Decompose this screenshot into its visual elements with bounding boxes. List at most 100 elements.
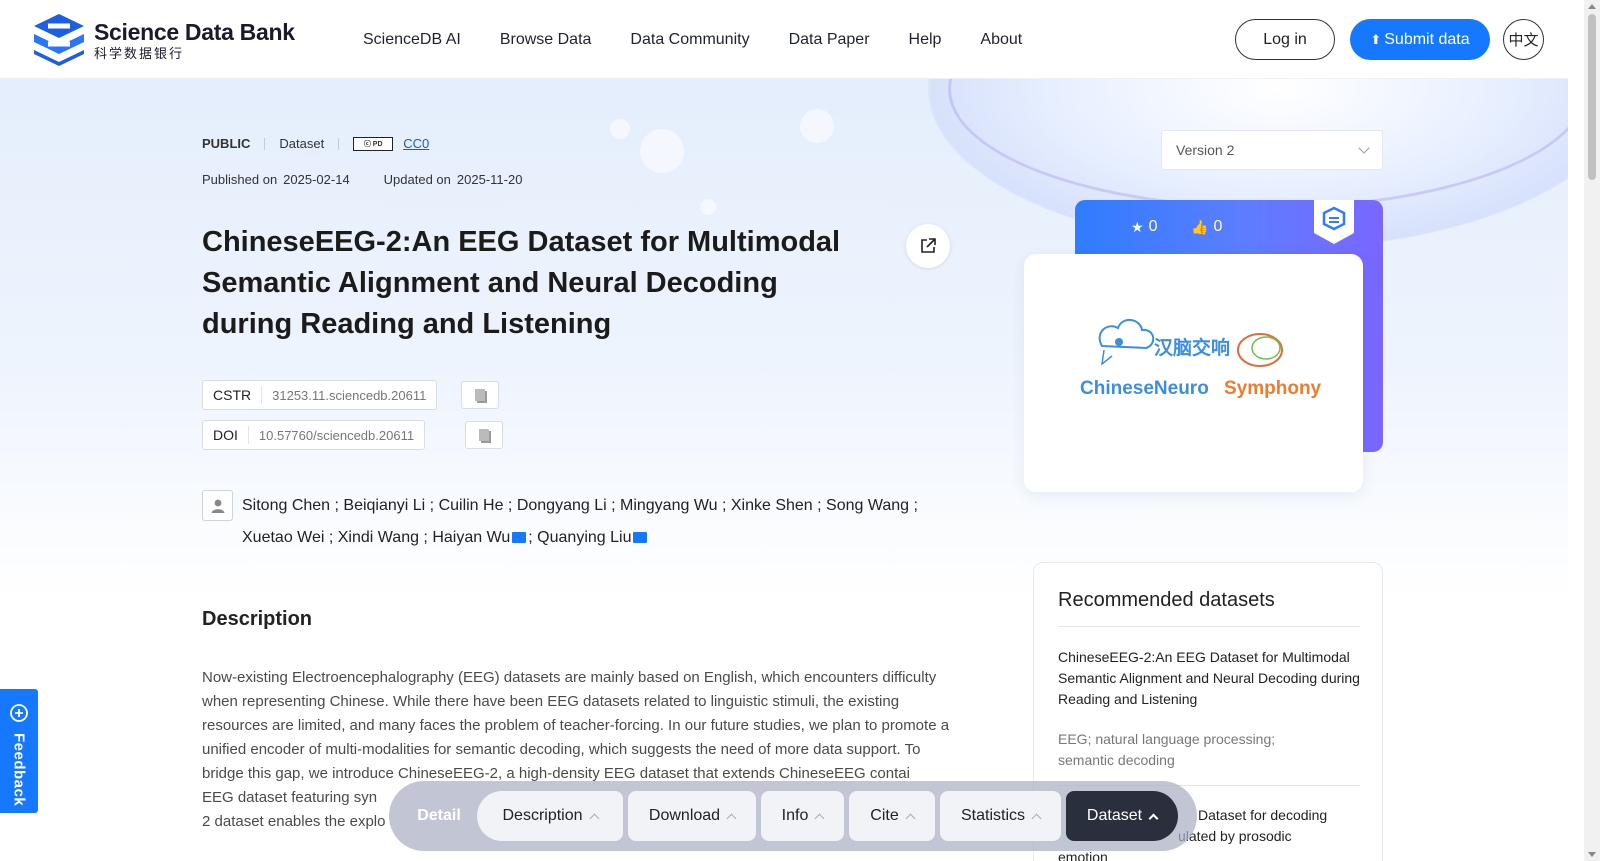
like-count-value: 0	[1213, 218, 1223, 235]
author-names-2[interactable]: Xuetao Wei ; Xindi Wang ; Haiyan Wu	[242, 529, 510, 546]
tab-statistics[interactable]: Statistics	[940, 791, 1061, 841]
brand-name-cn: 科学数据银行	[94, 45, 185, 61]
dataset-title: ChineseEEG-2:An EEG Dataset for Multimod…	[202, 226, 841, 340]
nav-sciencedb-ai[interactable]: ScienceDB AI	[363, 31, 461, 49]
email-icon[interactable]	[633, 532, 648, 543]
tab-info[interactable]: Info	[761, 791, 844, 841]
cover-logo-en-1: ChineseNeuro	[1080, 378, 1209, 399]
cover-logo-en-2: Symphony	[1224, 378, 1322, 399]
version-value: Version 2	[1176, 142, 1235, 158]
chevron-up-icon	[589, 813, 599, 823]
tab-bar-detail-label: Detail	[417, 807, 461, 824]
thumbs-up-icon: 👍	[1191, 218, 1209, 235]
nav-help[interactable]: Help	[909, 31, 942, 49]
logo-mark-icon	[34, 14, 84, 66]
decorative-molecule	[800, 109, 834, 143]
nav-browse-data[interactable]: Browse Data	[500, 31, 592, 49]
updated-date: 2025-11-20	[456, 172, 523, 187]
doi-label: DOI	[203, 426, 249, 444]
description-line-8: 2 dataset enables the explo	[202, 813, 386, 830]
published-label: Published on	[202, 172, 278, 187]
author-list: Sitong Chen ; Beiqianyi Li ; Cuilin He ;…	[242, 490, 942, 554]
tab-cite[interactable]: Cite	[849, 791, 935, 841]
nav-data-community[interactable]: Data Community	[630, 31, 749, 49]
description-line-7: EEG dataset featuring syn	[202, 789, 378, 806]
tab-info-label: Info	[781, 807, 809, 824]
chevron-up-icon	[1148, 813, 1159, 823]
chevron-down-icon	[1358, 142, 1370, 154]
decorative-molecule	[610, 119, 630, 139]
upload-icon: ⬆	[1370, 31, 1382, 47]
nav-data-paper[interactable]: Data Paper	[789, 31, 870, 49]
license-link[interactable]: CC0	[403, 136, 429, 151]
decorative-molecule	[700, 199, 716, 215]
recommended-item-title[interactable]: ChineseEEG-2:An EEG Dataset for Multimod…	[1058, 647, 1360, 710]
author-line-2: Xuetao Wei ; Xindi Wang ; Haiyan Wu ; Qua…	[242, 522, 942, 554]
author-names-3[interactable]: ; Quanying Liu	[528, 529, 631, 546]
doi-box: DOI 10.57760/sciencedb.20611	[202, 420, 426, 450]
brand-name-en: Science Data Bank	[94, 18, 295, 45]
chevron-up-icon	[905, 813, 916, 823]
decorative-molecule	[640, 129, 684, 173]
star-count[interactable]: ★ 0	[1131, 218, 1157, 236]
updated-label: Updated on	[383, 172, 451, 187]
star-count-value: 0	[1148, 218, 1158, 235]
copy-cstr-button[interactable]	[461, 381, 499, 409]
scroll-down-icon[interactable]	[1588, 852, 1596, 857]
nav-about[interactable]: About	[980, 31, 1022, 49]
feedback-button[interactable]: Feedback	[0, 689, 38, 813]
cstr-value: 31253.11.sciencedb.20611	[272, 387, 427, 403]
share-button[interactable]	[906, 224, 950, 268]
meta-divider	[338, 137, 340, 150]
section-tab-bar: Detail Description Download Info Cite St…	[389, 781, 1197, 851]
scroll-up-icon[interactable]	[1588, 4, 1596, 9]
feedback-icon	[10, 704, 28, 722]
language-toggle-button[interactable]: 中文	[1503, 19, 1544, 60]
tab-dataset-label: Dataset	[1086, 807, 1143, 824]
author-icon	[202, 490, 233, 521]
version-select[interactable]: Version 2	[1161, 130, 1383, 170]
scrollbar-thumb[interactable]	[1588, 14, 1596, 180]
email-icon[interactable]	[512, 532, 527, 543]
dataset-meta: PUBLIC Dataset ⓒ PD CC0	[202, 136, 429, 151]
login-button[interactable]: Log in	[1235, 19, 1335, 60]
like-count[interactable]: 👍 0	[1191, 218, 1222, 236]
recommended-item-keywords: EEG; natural language processing; semant…	[1058, 731, 1276, 768]
tab-description[interactable]: Description	[477, 791, 623, 841]
site-logo[interactable]: Science Data Bank 科学数据银行	[30, 12, 295, 68]
chevron-up-icon	[1031, 813, 1042, 823]
cstr-box: CSTR 31253.11.sciencedb.20611	[202, 380, 438, 410]
copy-doi-button[interactable]	[465, 421, 503, 449]
published-date: 2025-02-14	[283, 172, 350, 187]
dataset-cover-card: 汉脑交响 ChineseNeuro Symphony	[1024, 254, 1363, 492]
copy-icon	[475, 389, 485, 401]
tab-statistics-label: Statistics	[960, 807, 1025, 824]
cover-logo-cn: 汉脑交响	[1154, 336, 1230, 359]
cstr-label: CSTR	[203, 386, 263, 404]
submit-data-label: Submit data	[1384, 30, 1470, 48]
description-heading: Description	[202, 608, 313, 630]
share-icon	[921, 238, 936, 253]
description-body: Now-existing Electroencephalography (EEG…	[202, 669, 950, 782]
page-scrollbar[interactable]	[1584, 0, 1600, 861]
tab-download-label: Download	[648, 807, 721, 824]
recommended-heading: Recommended datasets	[1058, 589, 1275, 611]
tab-dataset[interactable]: Dataset	[1066, 791, 1178, 841]
chevron-up-icon	[726, 813, 737, 823]
author-line-1[interactable]: Sitong Chen ; Beiqianyi Li ; Cuilin He ;…	[242, 490, 942, 522]
dataset-dates: Published on 2025-02-14 Updated on 2025-…	[202, 172, 528, 187]
public-domain-badge-icon: ⓒ PD	[353, 136, 394, 151]
tab-cite-label: Cite	[870, 807, 899, 824]
submit-data-button[interactable]: ⬆ Submit data	[1350, 19, 1490, 60]
feedback-label: Feedback	[10, 733, 28, 807]
tab-description-label: Description	[502, 807, 583, 824]
top-header: Science Data Bank 科学数据银行 ScienceDB AI Br…	[0, 0, 1568, 79]
chinese-neuro-symphony-logo: 汉脑交响 ChineseNeuro Symphony	[1080, 319, 1322, 399]
doi-value: 10.57760/sciencedb.20611	[258, 427, 415, 443]
copy-icon	[479, 429, 489, 441]
chevron-up-icon	[814, 813, 825, 823]
visibility-label: PUBLIC	[202, 136, 251, 151]
main-nav: ScienceDB AI Browse Data Data Community …	[363, 0, 1061, 79]
tab-download[interactable]: Download	[628, 791, 756, 841]
divider	[1058, 626, 1360, 627]
